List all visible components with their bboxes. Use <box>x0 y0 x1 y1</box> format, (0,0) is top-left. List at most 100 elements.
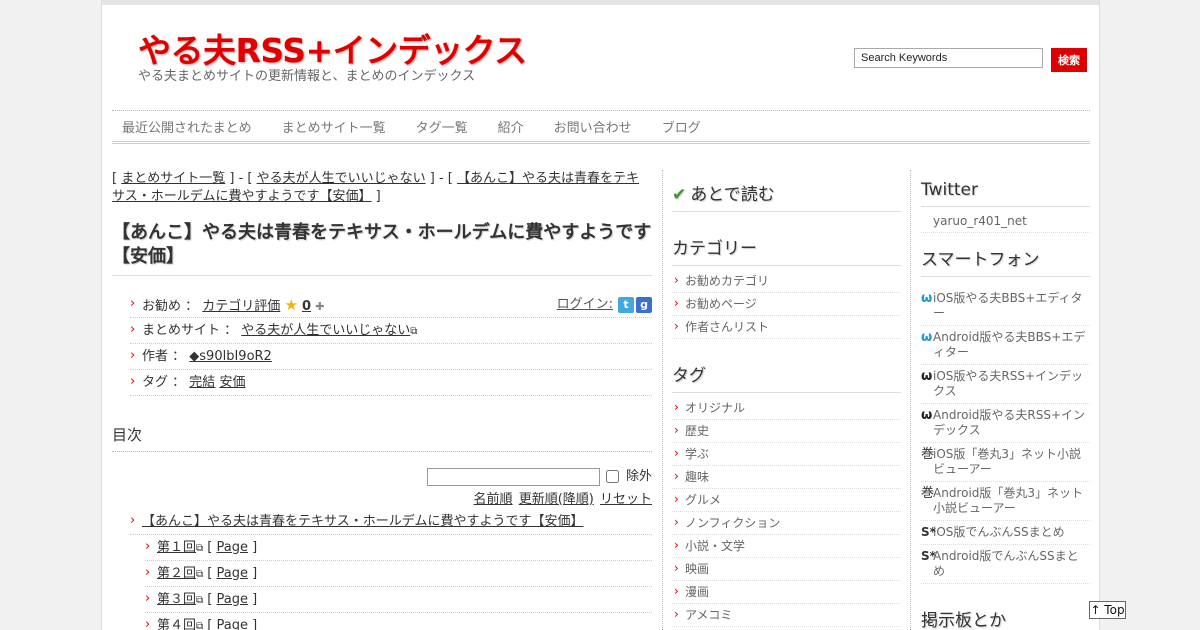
tag-item[interactable]: 小説・文学 <box>672 535 901 558</box>
chapter-link[interactable]: 第２回 <box>157 566 196 581</box>
page-link[interactable]: Page <box>217 592 248 607</box>
top-bar <box>102 0 1099 5</box>
page-link[interactable]: Page <box>217 618 248 630</box>
page-link[interactable]: Page <box>217 566 248 581</box>
check-icon: ✔ <box>672 185 687 205</box>
app-item[interactable]: ω iOS版やる夫BBS+エディター <box>921 287 1090 326</box>
sidebar-right: Twitter yaruo_r401_net スマートフォン ω iOS版やる夫B… <box>921 170 1090 630</box>
breadcrumb-site-list[interactable]: まとめサイト一覧 <box>121 171 225 186</box>
nav-site-list[interactable]: まとめサイト一覧 <box>272 117 401 136</box>
omega-icon: ω <box>921 330 933 345</box>
category-title: カテゴリー <box>672 224 901 266</box>
tag-item[interactable]: オリジナル <box>672 397 901 420</box>
nav-recent[interactable]: 最近公開されたまとめ <box>112 117 267 136</box>
read-later-title[interactable]: ✔ あとで読む <box>672 170 901 212</box>
star-icon[interactable]: ★ <box>284 296 297 314</box>
toc-filter: 除外 <box>112 465 652 486</box>
filter-input[interactable] <box>426 467 600 486</box>
column-divider <box>662 170 663 630</box>
ss-icon: S* <box>921 525 936 539</box>
app-item[interactable]: 巻 Android版「巻丸3」ネット小説ビューアー <box>921 482 1090 521</box>
search-input[interactable] <box>854 48 1043 68</box>
nav-blog[interactable]: ブログ <box>652 117 716 136</box>
tag-item[interactable]: 漫画 <box>672 581 901 604</box>
app-item[interactable]: ω iOS版やる夫RSS+インデックス <box>921 365 1090 404</box>
google-icon[interactable]: g <box>636 297 652 313</box>
chapter-link[interactable]: 第４回 <box>157 618 196 630</box>
back-to-top-button[interactable]: ↑ Top <box>1089 601 1126 619</box>
nav-contact[interactable]: お問い合わせ <box>544 117 647 136</box>
breadcrumb-site[interactable]: やる夫が人生でいいじゃない <box>257 171 426 186</box>
app-item[interactable]: S* iOS版でんぶんSSまとめ <box>921 521 1090 545</box>
page-bracket: [ <box>207 617 213 630</box>
tag-item[interactable]: 学ぶ <box>672 443 901 466</box>
chapter-link[interactable]: 第３回 <box>157 592 196 607</box>
tag-item[interactable]: アメコミ <box>672 604 901 627</box>
external-link-icon[interactable]: ⧉ <box>196 621 203 630</box>
external-link-icon[interactable]: ⧉ <box>196 569 203 580</box>
app-item[interactable]: S* Android版でんぶんSSまとめ <box>921 545 1090 584</box>
app-item[interactable]: 巻 iOS版「巻丸3」ネット小説ビューアー <box>921 443 1090 482</box>
sort-name-link[interactable]: 名前順 <box>474 492 513 507</box>
author-row: 作者 ： ◆s90lbI9oR2 <box>130 343 652 370</box>
search-button[interactable]: 検索 <box>1051 48 1087 72</box>
smartphone-title: スマートフォン <box>921 235 1090 277</box>
tag-link[interactable]: 完結 <box>189 375 215 390</box>
tag-title: タグ <box>672 351 901 393</box>
tag-item[interactable]: 映画 <box>672 558 901 581</box>
nav-tag-list[interactable]: タグ一覧 <box>406 117 483 136</box>
external-link-icon[interactable]: ⧉ <box>196 595 203 606</box>
toc-title: 目次 <box>112 424 652 452</box>
app-label: iOS版「巻丸3」ネット小説ビューアー <box>933 447 1082 476</box>
app-item[interactable]: ω Android版やる夫RSS+インデックス <box>921 404 1090 443</box>
recommend-count[interactable]: 0 <box>302 299 311 314</box>
category-item[interactable]: お勧めカテゴリ <box>672 270 901 293</box>
recommend-row: お勧め ： カテゴリ評価 ★ 0 ✚ ログイン: t g <box>130 291 652 318</box>
reset-link[interactable]: リセット <box>600 492 652 507</box>
toc-list: 【あんこ】やる夫は青春をテキサス・ホールデムに費やすようです【安価】 第１回⧉ … <box>130 508 652 630</box>
tag-item[interactable]: 歴史 <box>672 420 901 443</box>
page-bracket: ] <box>252 539 258 555</box>
chapter-link[interactable]: 第１回 <box>157 540 196 555</box>
app-item[interactable]: ω Android版やる夫BBS+エディター <box>921 326 1090 365</box>
breadcrumb-bracket: [ <box>112 171 118 186</box>
category-item[interactable]: 作者さんリスト <box>672 316 901 339</box>
page-bracket: ] <box>252 565 258 581</box>
toc-main-link[interactable]: 【あんこ】やる夫は青春をテキサス・ホールデムに費やすようです【安価】 <box>142 514 583 529</box>
twitter-account-link[interactable]: yaruo_r401_net <box>921 207 1090 233</box>
omega-icon: ω <box>921 408 933 423</box>
external-link-icon[interactable]: ⧉ <box>196 543 203 554</box>
login-link[interactable]: ログイン: <box>557 292 613 318</box>
toc-item: 第１回⧉ [ Page ] <box>145 534 652 561</box>
toc-item: 第４回⧉ [ Page ] <box>145 612 652 630</box>
category-item[interactable]: お勧めページ <box>672 293 901 316</box>
recommend-label: お勧め ： <box>142 299 199 314</box>
twitter-icon[interactable]: t <box>618 297 634 313</box>
page-container: やる夫RSS+インデックス やる夫まとめサイトの更新情報と、まとめのインデックス… <box>101 0 1100 630</box>
site-link[interactable]: やる夫が人生でいいじゃない <box>241 323 410 338</box>
toc-item: 第３回⧉ [ Page ] <box>145 586 652 613</box>
tag-link[interactable]: 安価 <box>219 375 245 390</box>
page-bracket: [ <box>207 591 213 607</box>
site-label: まとめサイト ： <box>142 323 238 338</box>
tag-item[interactable]: グルメ <box>672 489 901 512</box>
tag-item[interactable]: 趣味 <box>672 466 901 489</box>
author-label: 作者 ： <box>142 349 186 364</box>
omega-icon: ω <box>921 291 933 306</box>
article-title: 【あんこ】やる夫は青春をテキサス・ホールデムに費やすようです【安価】 <box>112 221 652 276</box>
tag-item[interactable]: ノンフィクション <box>672 512 901 535</box>
external-link-icon[interactable]: ⧉ <box>410 326 417 337</box>
app-label: iOS版でんぶんSSまとめ <box>933 525 1065 539</box>
page-bracket: ] <box>252 591 258 607</box>
category-rating-link[interactable]: カテゴリ評価 <box>202 299 280 314</box>
page-bracket: [ <box>207 565 213 581</box>
toc-main-item: 【あんこ】やる夫は青春をテキサス・ホールデムに費やすようです【安価】 <box>130 508 652 535</box>
app-label: iOS版やる夫BBS+エディター <box>933 291 1083 320</box>
exclude-checkbox[interactable] <box>605 470 619 483</box>
page-link[interactable]: Page <box>217 540 248 555</box>
nav-intro[interactable]: 紹介 <box>488 117 539 136</box>
author-link[interactable]: ◆s90lbI9oR2 <box>189 349 272 364</box>
sort-updated-link[interactable]: 更新順(降順) <box>519 492 594 507</box>
plus-icon[interactable]: ✚ <box>315 300 324 313</box>
sidebar-middle: ✔あとで読む カテゴリー お勧めカテゴリ お勧めページ 作者さんリスト タグ オ… <box>672 170 901 627</box>
